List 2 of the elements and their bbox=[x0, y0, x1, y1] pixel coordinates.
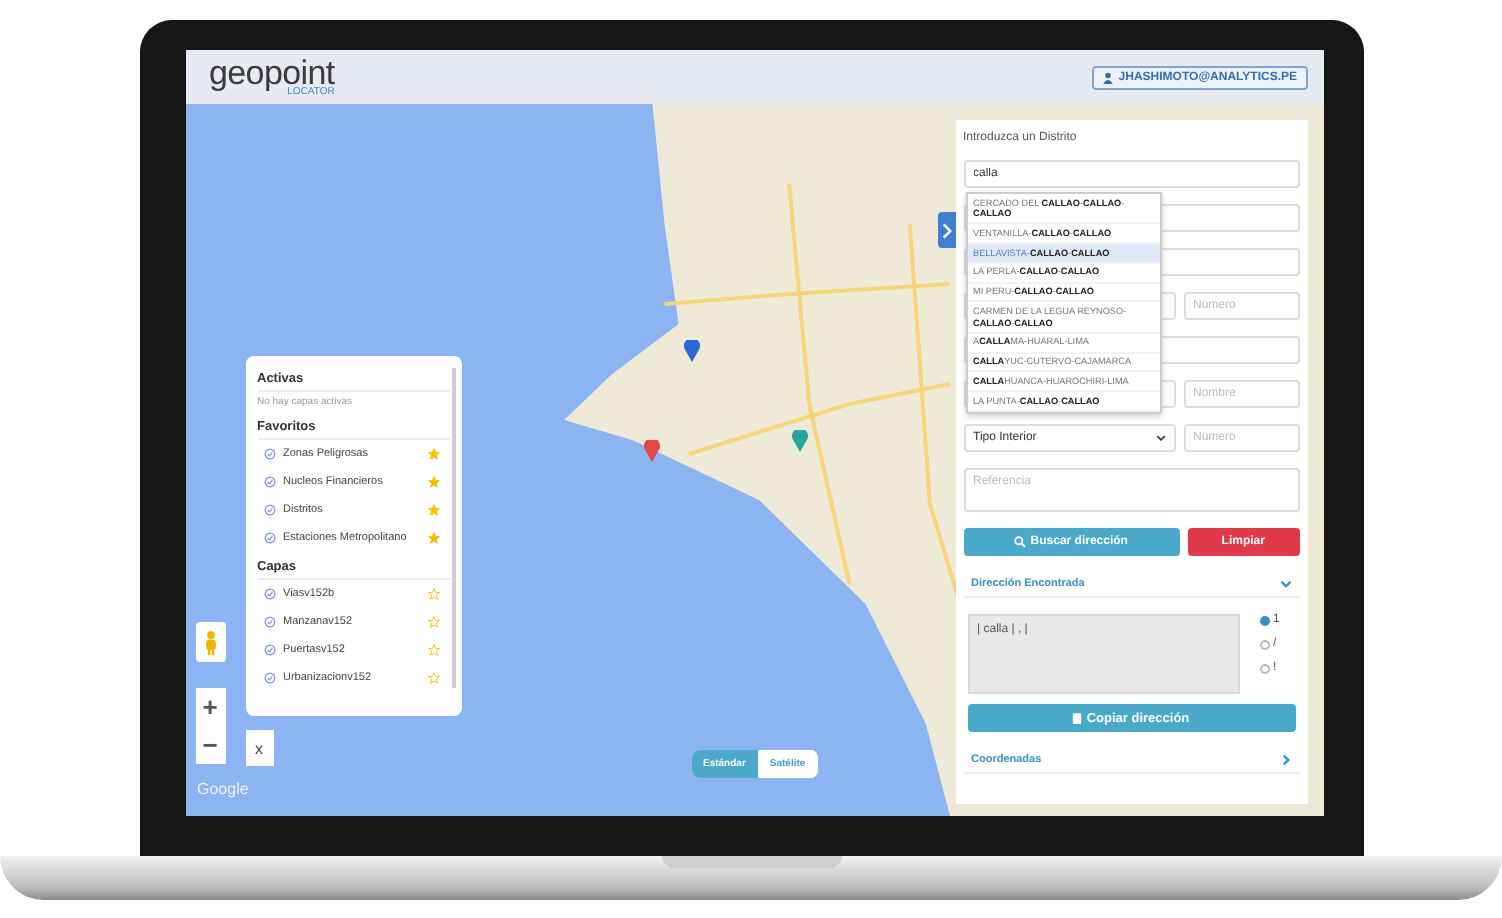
logo-text: geopoint bbox=[209, 56, 335, 90]
google-attribution: Google bbox=[197, 780, 249, 798]
